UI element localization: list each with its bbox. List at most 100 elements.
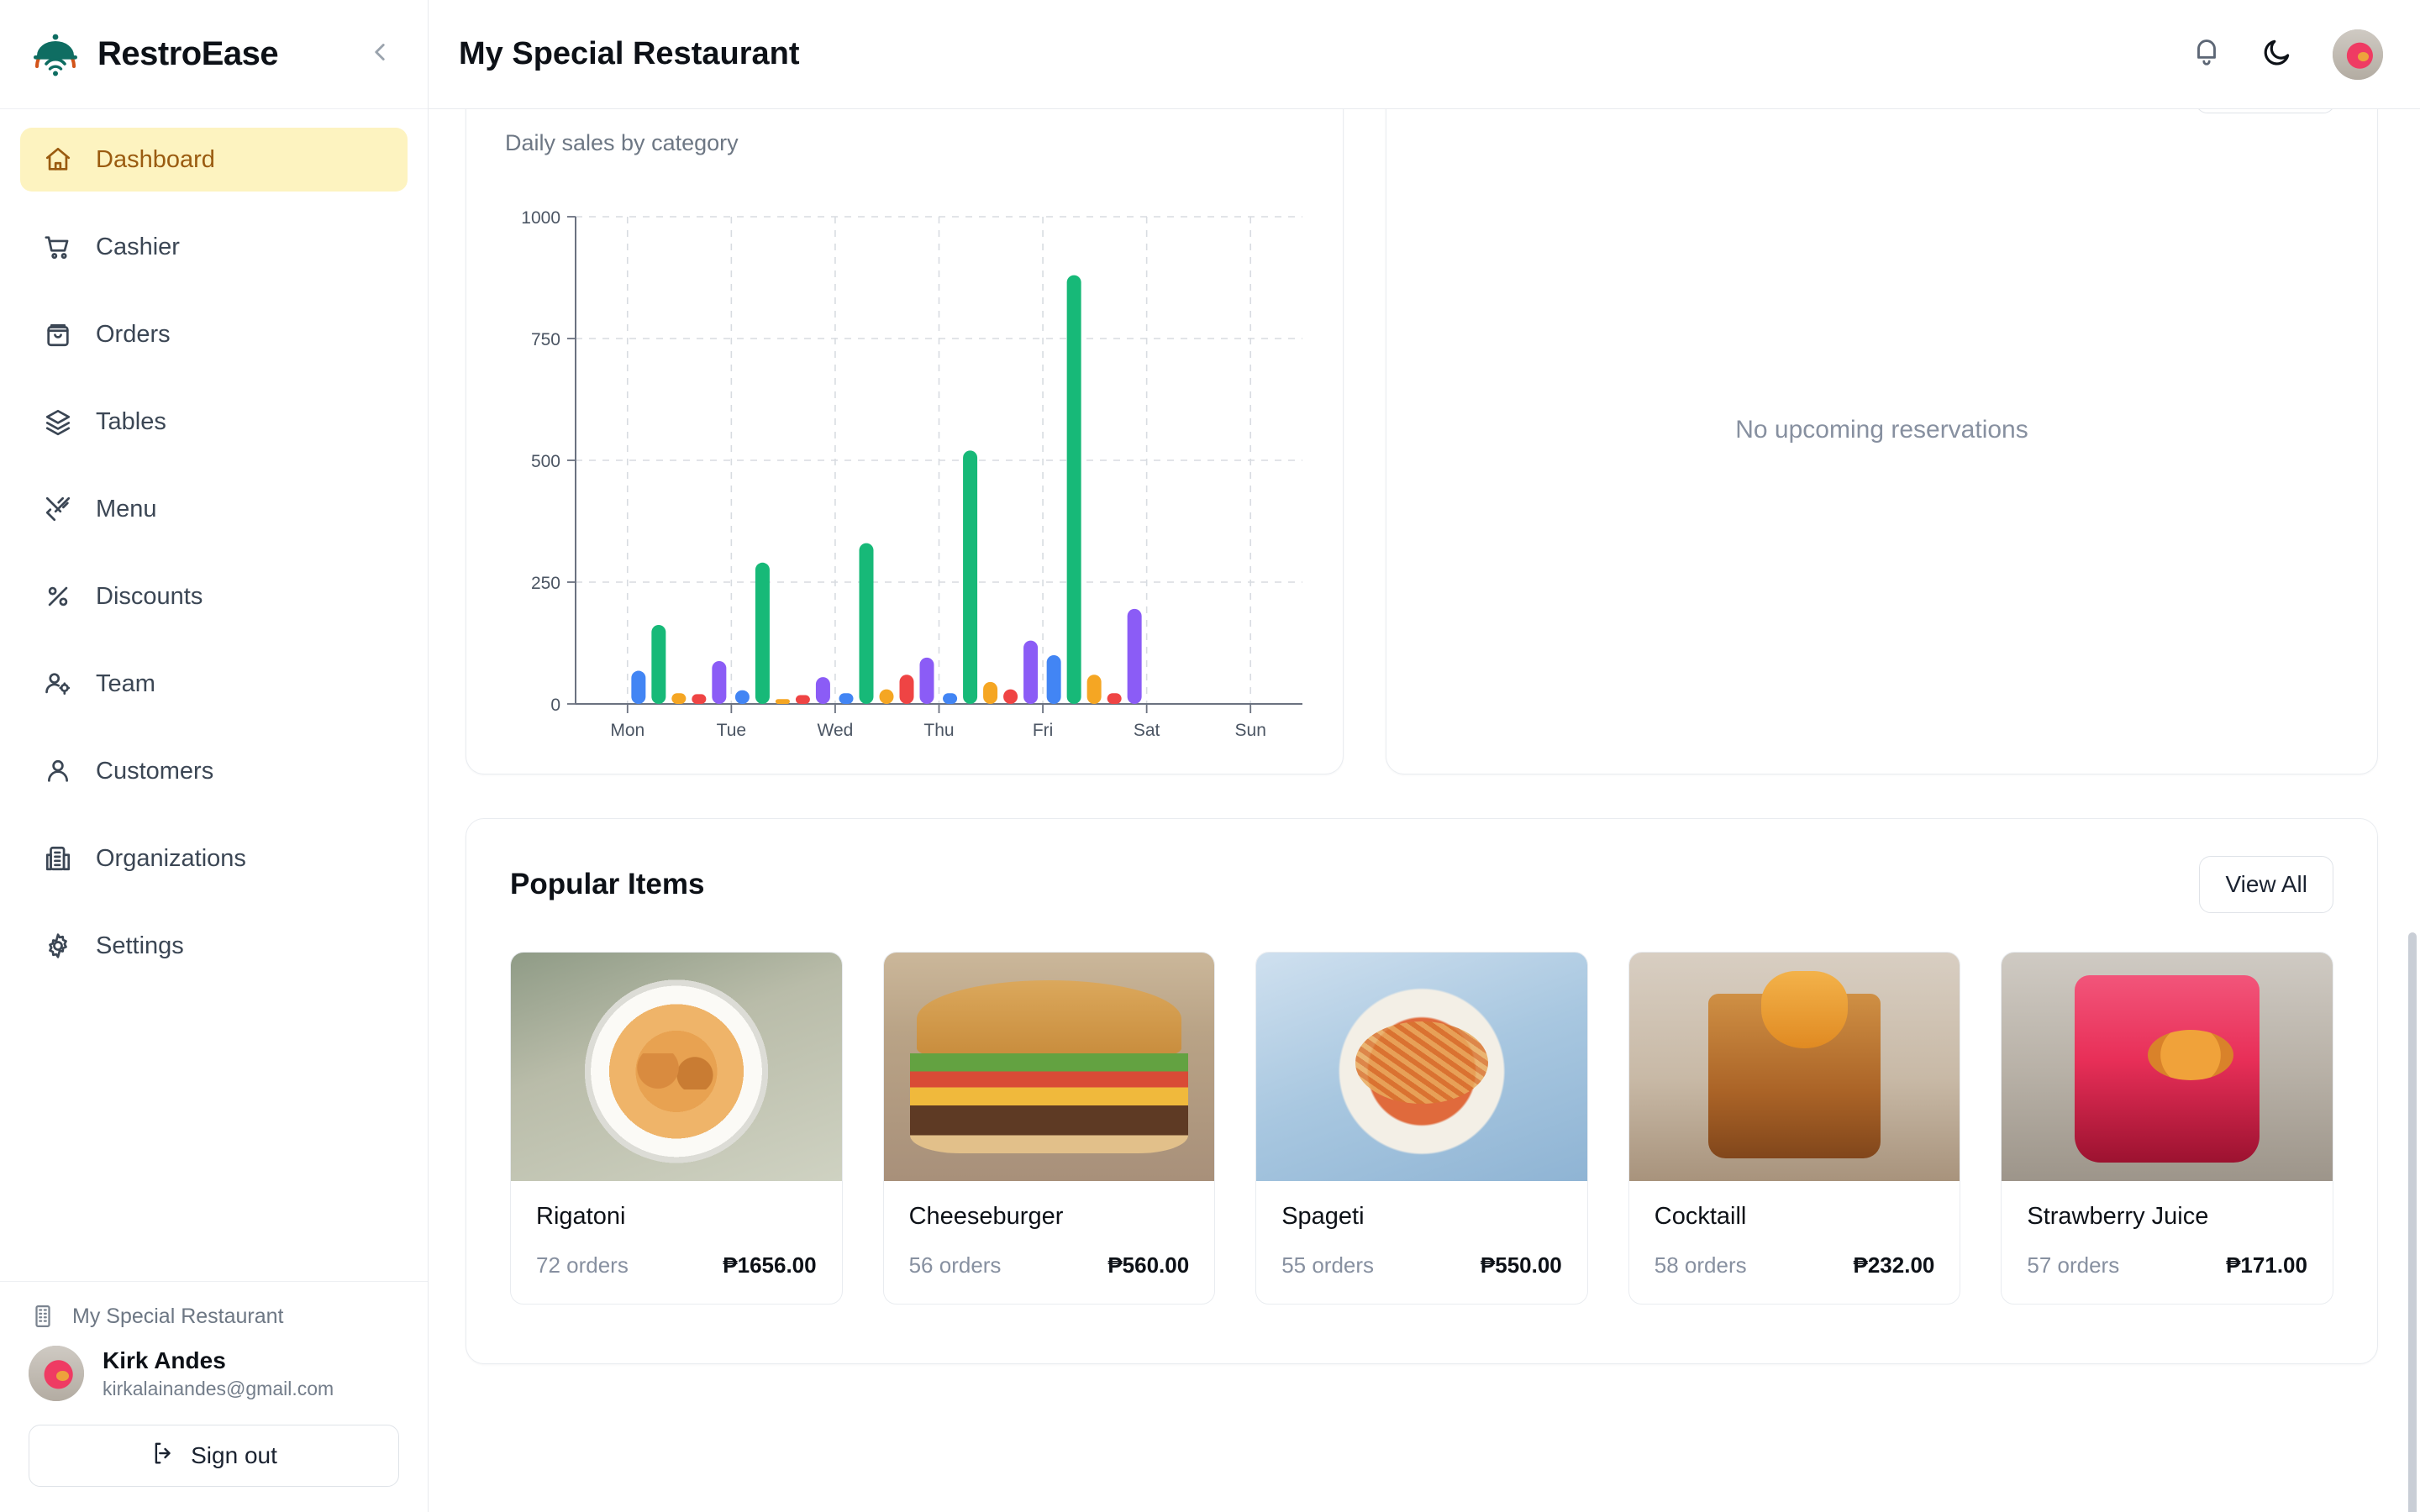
dashboard-top-row: Sales Overview Daily sales by category 0… [466,109,2378,774]
item-price: ₱560.00 [1107,1252,1190,1278]
sidebar-item-label: Orders [96,320,171,348]
sidebar-item-label: Organizations [96,844,246,872]
svg-text:500: 500 [531,452,560,471]
organization-name: My Special Restaurant [72,1304,284,1328]
strawberry-juice-photo [2002,953,2333,1181]
svg-text:Mon: Mon [610,721,644,740]
reservations-empty-state: No upcoming reservations [1735,416,2028,444]
sidebar-item-cashier[interactable]: Cashier [20,215,408,279]
daily-sales-bar-chart[interactable]: 0 250 500 750 1000 Mon Tue Wed Thu Fri Sat Sun [466,196,1343,774]
rigatoni-photo [511,953,842,1181]
shopping-cart-icon [42,231,74,263]
item-name: Spageti [1281,1203,1365,1230]
item-name: Cheeseburger [908,1203,1064,1230]
svg-text:Sat: Sat [1134,721,1160,740]
logout-icon [150,1441,176,1472]
sidebar-item-dashboard[interactable]: Dashboard [20,128,408,192]
vertical-scrollbar[interactable] [2408,932,2417,1512]
sidebar-item-discounts[interactable]: Discounts [20,564,408,628]
home-icon [42,144,74,176]
list-item[interactable]: Strawberry Juice 57 orders ₱171.00 [2001,952,2333,1305]
popular-items-title: Popular Items [510,868,705,900]
page-title: My Special Restaurant [459,36,800,71]
sidebar-item-label: Dashboard [96,145,215,173]
item-orders: 57 orders [2027,1252,2120,1278]
svg-text:250: 250 [531,574,560,593]
layers-icon [42,406,74,438]
bell-icon [2191,36,2223,72]
chevron-left-icon [366,38,394,71]
percent-icon [42,580,74,612]
avatar [29,1346,84,1401]
popular-items-list: Rigatoni 72 orders ₱1656.00 Cheeseburger [510,952,2333,1305]
item-price: ₱171.00 [2226,1252,2307,1278]
svg-text:750: 750 [531,330,560,349]
svg-text:Wed: Wed [818,721,854,740]
sidebar-item-label: Discounts [96,582,203,610]
theme-toggle-button[interactable] [2250,28,2304,81]
item-name: Strawberry Juice [2027,1203,2209,1230]
sidebar-item-menu[interactable]: Menu [20,477,408,541]
main-area: My Special Restaurant Sales Overview [429,0,2420,1512]
sales-card-subtitle: Daily sales by category [505,130,739,155]
sidebar-item-team[interactable]: Team [20,652,408,716]
brand-name: RestroEase [97,35,279,72]
sidebar-item-label: Customers [96,757,214,785]
sidebar-item-customers[interactable]: Customers [20,739,408,803]
svg-text:Thu: Thu [923,721,954,740]
brand[interactable]: RestroEase [30,29,360,80]
cocktail-photo [1628,953,1960,1181]
item-name: Cocktaill [1654,1203,1747,1230]
current-organization[interactable]: My Special Restaurant [29,1302,399,1331]
list-item[interactable]: Cocktaill 58 orders ₱232.00 [1628,952,1961,1305]
user-cog-icon [42,668,74,700]
scroll-container[interactable]: Sales Overview Daily sales by category 0… [429,109,2420,1512]
reservations-action-button[interactable] [2196,109,2335,113]
user-profile[interactable]: Kirk Andes kirkalainandes@gmail.com [29,1346,399,1401]
sidebar-item-orders[interactable]: Orders [20,302,408,366]
moon-icon [2261,36,2293,72]
sidebar-item-organizations[interactable]: Organizations [20,827,408,890]
sidebar-item-tables[interactable]: Tables [20,390,408,454]
item-price: ₱1656.00 [723,1252,817,1278]
gear-icon [42,930,74,962]
building-icon [42,843,74,874]
user-icon [42,755,74,787]
sidebar-item-label: Cashier [96,233,180,260]
upcoming-reservations-card: Upcoming Reservations No upcoming reserv… [1386,109,2378,774]
view-all-button[interactable]: View All [2199,856,2333,913]
item-name: Rigatoni [536,1203,626,1230]
sidebar-nav: Dashboard Cashier Orders Tables Menu Dis… [0,109,428,1281]
list-item[interactable]: Spageti 55 orders ₱550.00 [1255,952,1588,1305]
sidebar-item-settings[interactable]: Settings [20,914,408,978]
dashboard-content: Sales Overview Daily sales by category 0… [429,109,2420,1512]
user-email: kirkalainandes@gmail.com [103,1378,334,1400]
spageti-photo [1256,953,1587,1181]
item-price: ₱232.00 [1853,1252,1935,1278]
svg-text:1000: 1000 [521,208,560,228]
topbar: My Special Restaurant [429,0,2420,109]
utensils-crossed-icon [42,493,74,525]
item-orders: 55 orders [1281,1252,1375,1278]
sidebar-header: RestroEase [0,0,428,109]
user-name: Kirk Andes [103,1347,226,1373]
profile-avatar-button[interactable] [2333,29,2383,80]
list-item[interactable]: Rigatoni 72 orders ₱1656.00 [510,952,843,1305]
svg-text:Sun: Sun [1235,721,1266,740]
notifications-button[interactable] [2180,28,2233,81]
popular-items-header: Popular Items View All [510,856,2333,913]
sign-out-button[interactable]: Sign out [29,1425,399,1487]
svg-text:Tue: Tue [717,721,746,740]
sidebar-item-label: Team [96,669,155,697]
list-item[interactable]: Cheeseburger 56 orders ₱560.00 [882,952,1216,1305]
sidebar-item-label: Tables [96,407,166,435]
cloche-wifi-logo-icon [30,29,81,80]
sidebar-collapse-button[interactable] [360,35,399,74]
chart-svg: 0 250 500 750 1000 Mon Tue Wed Thu Fri Sat Sun [521,208,1302,740]
popular-items-card: Popular Items View All Rigatoni 72 order… [466,818,2378,1364]
svg-text:Fri: Fri [1033,721,1054,740]
item-orders: 72 orders [536,1252,629,1278]
app-root: RestroEase Dashboard Cashier Orders Tabl… [0,0,2420,1512]
sidebar-item-label: Settings [96,932,184,959]
cheeseburger-photo [883,953,1215,1181]
